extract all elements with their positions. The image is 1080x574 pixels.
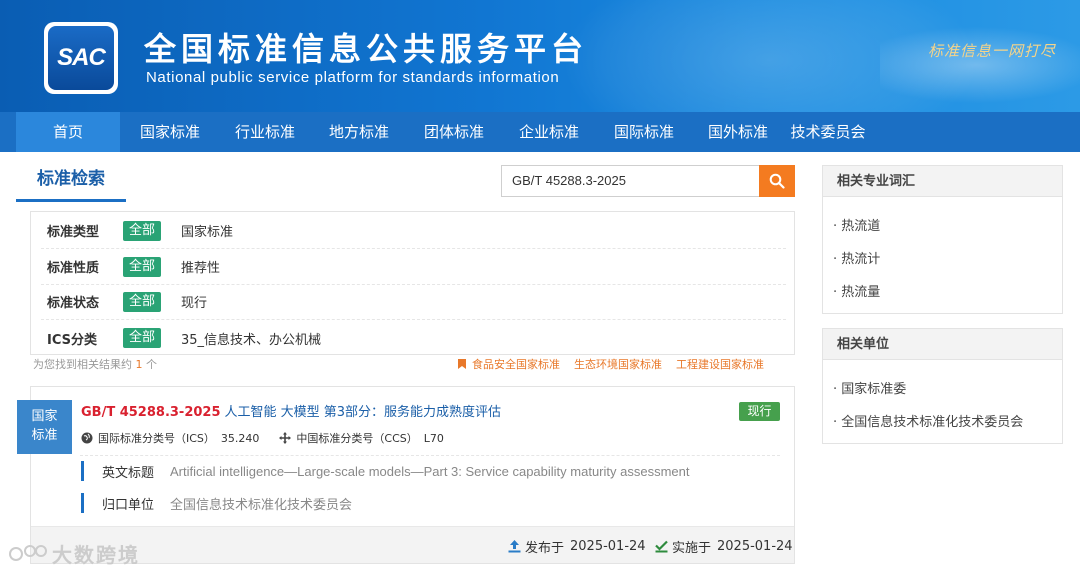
- filter-label: 标准性质: [47, 261, 100, 276]
- result-count-number: 1: [135, 358, 143, 371]
- result-count-suffix: 个: [146, 358, 157, 371]
- ics-meta: 国际标准分类号（ICS） 35.240: [81, 430, 259, 446]
- nav-item-national[interactable]: 国家标准: [120, 112, 220, 152]
- ccs-label: 中国标准分类号（CCS）: [296, 432, 418, 445]
- nav-item-local[interactable]: 地方标准: [310, 112, 408, 152]
- related-term-label: 热流计: [841, 252, 881, 267]
- related-units-panel: 相关单位 · 国家标准委 · 全国信息技术标准化技术委员会: [822, 328, 1063, 444]
- filter-value[interactable]: 35_信息技术、办公机械: [181, 329, 321, 348]
- info-bar: [81, 461, 84, 481]
- move-icon: [279, 432, 292, 444]
- filter-label: ICS分类: [47, 332, 97, 348]
- related-unit-label: 国家标准委: [841, 382, 907, 397]
- related-terms-panel: 相关专业词汇 · 热流道 · 热流计 · 热流量: [822, 165, 1063, 314]
- quick-link-engineering[interactable]: 工程建设国家标准: [676, 356, 764, 372]
- english-title-label: 英文标题: [102, 465, 155, 481]
- unit-value: 全国信息技术标准化技术委员会: [170, 497, 353, 513]
- effective-value: 2025-01-24: [717, 539, 793, 554]
- nav-item-home[interactable]: 首页: [16, 112, 120, 152]
- bookmark-icon: [458, 359, 466, 369]
- filter-tag-all[interactable]: 全部: [123, 220, 161, 241]
- search-icon: [769, 173, 785, 189]
- filter-row-nature: 标准性质 全部 推荐性: [41, 249, 786, 285]
- unit-row: 归口单位 全国信息技术标准化技术委员会: [81, 493, 352, 513]
- quick-links: 食品安全国家标准 生态环境国家标准 工程建设国家标准: [458, 356, 764, 372]
- filter-row-ics: ICS分类 全部 35_信息技术、办公机械: [41, 320, 786, 356]
- main-nav: 首页 国家标准 行业标准 地方标准 团体标准 企业标准 国际标准 国外标准 技术…: [0, 112, 1080, 152]
- ics-label: 国际标准分类号（ICS）: [98, 432, 215, 445]
- watermark-text: 大数跨境: [52, 543, 140, 567]
- slogan: 标准信息一网打尽: [928, 42, 1057, 60]
- ccs-meta: 中国标准分类号（CCS） L70: [279, 430, 444, 446]
- badge-line-2: 标准: [31, 428, 58, 443]
- site-subtitle: National public service platform for sta…: [146, 69, 560, 86]
- tab-standard-search[interactable]: 标准检索: [16, 164, 126, 202]
- related-term-label: 热流道: [841, 219, 881, 234]
- related-term-item[interactable]: · 热流计: [833, 248, 880, 267]
- standard-code[interactable]: GB/T 45288.3-2025: [81, 405, 221, 420]
- english-title-value: Artificial intelligence—Large-scale mode…: [170, 463, 690, 479]
- effective-label: 实施于: [672, 541, 712, 556]
- related-unit-label: 全国信息技术标准化技术委员会: [841, 415, 1024, 430]
- site-title: 全国标准信息公共服务平台: [144, 30, 589, 68]
- filter-value[interactable]: 推荐性: [181, 257, 220, 276]
- watermark: 大数跨境: [8, 539, 140, 568]
- filter-row-status: 标准状态 全部 现行: [41, 284, 786, 320]
- filter-tag-all[interactable]: 全部: [123, 328, 161, 348]
- nav-item-group[interactable]: 团体标准: [408, 112, 500, 152]
- result-meta: 国际标准分类号（ICS） 35.240 中国标准分类号（CCS） L70: [81, 430, 464, 446]
- related-terms-title: 相关专业词汇: [823, 166, 1062, 197]
- related-unit-item[interactable]: · 全国信息技术标准化技术委员会: [833, 411, 1023, 430]
- effective-date: 实施于 2025-01-24: [655, 537, 793, 556]
- ccs-value: L70: [423, 431, 444, 445]
- related-units-title: 相关单位: [823, 329, 1062, 360]
- related-term-item[interactable]: · 热流道: [833, 215, 880, 234]
- result-count-prefix: 为您找到相关结果约: [33, 358, 132, 371]
- result-count: 为您找到相关结果约 1 个: [33, 356, 157, 372]
- nav-item-international[interactable]: 国际标准: [598, 112, 690, 152]
- filter-tag-all[interactable]: 全部: [123, 256, 161, 277]
- related-term-label: 热流量: [841, 285, 881, 300]
- standard-type-badge: 国家 标准: [17, 400, 72, 454]
- filter-tag-all[interactable]: 全部: [123, 291, 161, 312]
- search-button[interactable]: [759, 165, 795, 197]
- filter-value[interactable]: 现行: [181, 292, 207, 311]
- published-label: 发布于: [525, 541, 565, 556]
- filter-label: 标准类型: [47, 225, 100, 240]
- nav-item-committee[interactable]: 技术委员会: [786, 112, 870, 152]
- check-icon: [655, 540, 668, 553]
- unit-label: 归口单位: [102, 497, 155, 513]
- site-logo[interactable]: SAC: [44, 22, 118, 94]
- standard-name[interactable]: 人工智能 大模型 第3部分：服务能力成熟度评估: [225, 405, 502, 420]
- related-unit-item[interactable]: · 国家标准委: [833, 378, 906, 397]
- info-bar: [81, 493, 84, 513]
- swirl-decoration: [880, 20, 1080, 110]
- filter-row-type: 标准类型 全部 国家标准: [41, 213, 786, 249]
- status-badge: 现行: [739, 402, 780, 421]
- filter-panel: 标准类型 全部 国家标准 标准性质 全部 推荐性 标准状态 全部 现行 ICS分…: [30, 211, 795, 355]
- published-date: 发布于 2025-01-24: [508, 537, 646, 556]
- result-title[interactable]: GB/T 45288.3-2025 人工智能 大模型 第3部分：服务能力成熟度评估: [81, 401, 501, 420]
- upload-icon: [508, 540, 521, 553]
- divider: [80, 455, 780, 456]
- filter-label: 标准状态: [47, 296, 100, 311]
- quick-link-eco[interactable]: 生态环境国家标准: [574, 356, 662, 372]
- related-term-item[interactable]: · 热流量: [833, 281, 880, 300]
- english-title-row: 英文标题 Artificial intelligence—Large-scale…: [81, 461, 690, 481]
- quick-link-food[interactable]: 食品安全国家标准: [472, 356, 560, 372]
- published-value: 2025-01-24: [570, 539, 646, 554]
- badge-line-1: 国家: [31, 409, 58, 424]
- globe-icon: [81, 432, 93, 444]
- nav-item-industry[interactable]: 行业标准: [220, 112, 310, 152]
- search-input[interactable]: GB/T 45288.3-2025: [501, 165, 760, 197]
- filter-value[interactable]: 国家标准: [181, 221, 233, 240]
- watermark-logo-icon: [9, 544, 47, 561]
- nav-item-enterprise[interactable]: 企业标准: [500, 112, 598, 152]
- ics-value: 35.240: [220, 431, 260, 445]
- nav-item-foreign[interactable]: 国外标准: [690, 112, 786, 152]
- logo-text: SAC: [48, 26, 114, 90]
